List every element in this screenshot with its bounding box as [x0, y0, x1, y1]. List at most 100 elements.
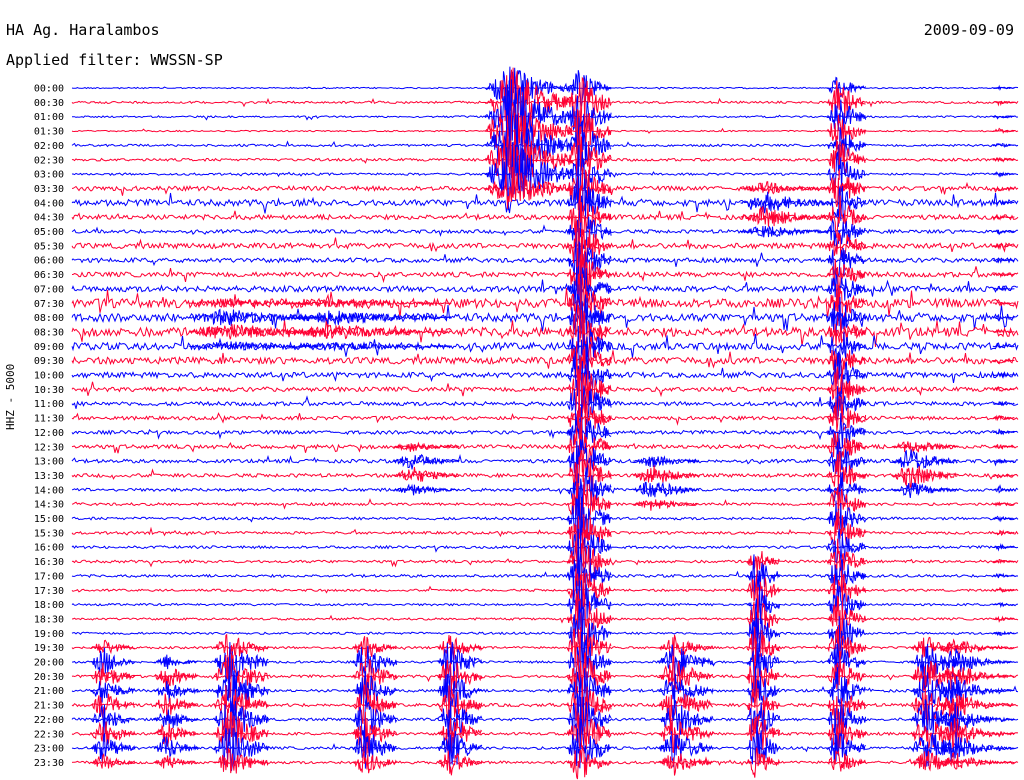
trace-row [72, 266, 1019, 284]
event-burst [826, 667, 866, 706]
row-label: 01:30 [34, 127, 64, 138]
row-label: 06:00 [34, 256, 64, 267]
row-label: 20:30 [34, 672, 64, 683]
trace-row [71, 516, 1019, 523]
row-label: 04:30 [34, 213, 64, 224]
trace-row [71, 743, 1019, 753]
event-burst [992, 84, 1015, 91]
event-burst [90, 639, 136, 655]
trace-row [71, 558, 1019, 568]
event-burst [992, 731, 1015, 738]
trace-row [71, 224, 1019, 237]
event-burst [90, 681, 136, 703]
event-burst [633, 455, 700, 468]
event-burst [992, 400, 1015, 407]
row-label-group: 00:00 00:30 01:00 01:30 02:00 02:30 03:00 03:30… [34, 84, 64, 769]
event-burst [286, 342, 452, 352]
event-burst [992, 529, 1015, 537]
row-label: 00:00 [34, 84, 64, 95]
seismogram-plot: 00:00 00:30 01:00 01:30 02:00 02:30 03:00 03:30… [34, 66, 1019, 780]
trace-row [71, 454, 1019, 467]
event-burst [992, 687, 1015, 695]
trace-row [71, 395, 1019, 409]
row-label: 22:00 [34, 715, 64, 726]
row-label: 05:00 [34, 227, 64, 238]
row-label: 14:30 [34, 500, 64, 511]
trace-row [71, 756, 1019, 766]
row-label: 07:00 [34, 284, 64, 295]
trace-row [71, 685, 1019, 694]
trace-row [71, 381, 1019, 398]
event-burst [153, 755, 199, 769]
trace-row [71, 631, 1019, 636]
trace-row [71, 367, 1019, 383]
trace-row [71, 252, 1019, 267]
row-label: 03:30 [34, 184, 64, 195]
row-label: 23:30 [34, 758, 64, 769]
event-burst [992, 300, 1015, 307]
event-burst [740, 181, 829, 195]
row-label: 16:30 [34, 557, 64, 568]
event-burst [153, 736, 199, 759]
event-burst [90, 647, 136, 674]
row-label: 09:00 [34, 342, 64, 353]
row-label: 19:30 [34, 643, 64, 654]
row-label: 09:30 [34, 356, 64, 367]
trace-row [71, 614, 1019, 624]
row-label: 01:00 [34, 112, 64, 123]
row-label: 04:00 [34, 198, 64, 209]
trace-row [71, 727, 1019, 740]
row-label: 15:30 [34, 528, 64, 539]
event-burst [393, 483, 460, 496]
row-label: 17:00 [34, 571, 64, 582]
row-label: 10:00 [34, 371, 64, 382]
row-label: 20:00 [34, 658, 64, 669]
row-label: 19:00 [34, 629, 64, 640]
event-burst [992, 371, 1015, 379]
row-label: 12:30 [34, 442, 64, 453]
event-burst [352, 645, 398, 676]
trace-row [71, 526, 1019, 538]
event-burst [992, 443, 1015, 450]
row-label: 22:30 [34, 729, 64, 740]
row-label: 23:00 [34, 744, 64, 755]
trace-row [71, 192, 1019, 214]
row-label: 16:00 [34, 543, 64, 554]
trace-row [71, 412, 1019, 426]
row-label: 00:30 [34, 98, 64, 109]
event-burst [90, 693, 136, 719]
trace-row [71, 440, 1019, 454]
row-label: 03:00 [34, 170, 64, 181]
trace-row [71, 672, 1019, 683]
row-label: 05:30 [34, 241, 64, 252]
row-label: 06:30 [34, 270, 64, 281]
row-label: 07:30 [34, 299, 64, 310]
event-burst [286, 310, 452, 326]
trace-row [71, 237, 1019, 253]
event-burst [740, 205, 829, 227]
row-label: 17:30 [34, 586, 64, 597]
event-burst [992, 572, 1015, 579]
row-label: 12:00 [34, 428, 64, 439]
row-label: 13:00 [34, 457, 64, 468]
event-burst [827, 80, 866, 118]
trace-row [71, 484, 1019, 495]
row-label: 11:30 [34, 414, 64, 425]
row-label: 18:30 [34, 614, 64, 625]
trace-row [71, 543, 1019, 553]
row-label: 10:30 [34, 385, 64, 396]
row-label: 21:30 [34, 701, 64, 712]
row-label: 02:30 [34, 155, 64, 166]
row-label: 11:00 [34, 399, 64, 410]
row-label: 14:00 [34, 485, 64, 496]
row-label: 08:00 [34, 313, 64, 324]
event-burst [992, 485, 1015, 494]
row-label: 02:00 [34, 141, 64, 152]
event-burst [153, 654, 199, 670]
trace-row [71, 698, 1019, 710]
trace-row [71, 304, 1019, 332]
event-burst [992, 659, 1015, 665]
trace-row [71, 209, 1019, 222]
row-label: 18:00 [34, 600, 64, 611]
trace-row [71, 585, 1019, 594]
